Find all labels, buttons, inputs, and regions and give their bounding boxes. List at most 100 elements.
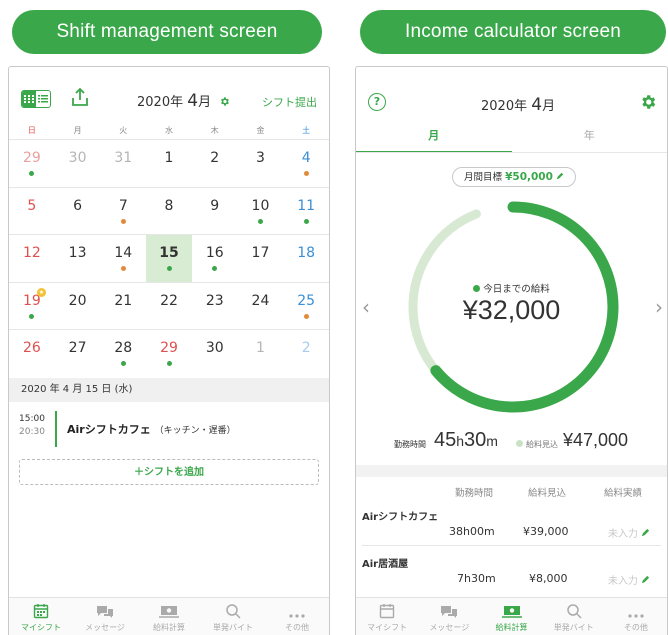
calendar-day[interactable]: 3 [238,140,284,187]
tab-more[interactable]: その他 [265,598,329,635]
weekday-label: 月 [73,126,82,135]
calendar-day[interactable]: 30 [55,140,101,187]
calendar-day[interactable]: 13 [55,235,101,282]
calendar-day[interactable]: 2 [283,330,329,377]
chat-bubbles-icon [441,606,458,618]
calendar-day[interactable]: 2 [192,140,238,187]
tab-gig-jobs[interactable]: 単発バイト [543,598,605,635]
calendar-day[interactable]: 29 [9,140,55,187]
calendar-day[interactable]: 16 [192,235,238,282]
tab-messages[interactable]: メッセージ [73,598,137,635]
calendar-day[interactable]: 18 [283,235,329,282]
calendar-day[interactable]: 24 [238,283,284,330]
day-number: 7 [118,197,128,214]
calendar-day[interactable]: 1 [146,140,192,187]
calendar-week-row: 29 30 31 1 2 3 4 [9,139,329,187]
day-number: 10 [251,197,270,214]
day-number: 21 [114,292,133,309]
tab-label: 給料計算 [153,623,185,632]
calendar-day[interactable]: 17 [238,235,284,282]
calendar-day[interactable]: 25 [283,283,329,330]
calendar-day[interactable]: 8 [146,188,192,235]
row-actual[interactable]: 未入力 [608,572,650,587]
weekday-label: 土 [302,126,311,135]
tab-gig-jobs[interactable]: 単発バイト [201,598,265,635]
shift-start-time: 15:00 [19,414,45,424]
tab-my-shift[interactable]: マイシフト [356,598,418,635]
ring-label-text: 今日までの給料 [483,284,550,295]
money-icon [159,606,179,618]
row-actual[interactable]: 未入力 [608,525,650,540]
tab-income[interactable]: 給料計算 [137,598,201,635]
calendar-day[interactable]: 9 [192,188,238,235]
day-number: 13 [68,245,87,261]
calendar-day[interactable]: 22 [146,283,192,330]
calendar-day[interactable]: 29 [146,330,192,377]
shift-entry[interactable]: 15:00 20:30 Airシフトカフェ （キッチン・遅番） [9,409,329,449]
calendar-day[interactable]: 10 [238,188,284,235]
calendar-day[interactable]: 5 [9,188,55,235]
list-view-icon[interactable] [36,91,50,107]
col-actual: 給料実績 [604,488,643,499]
calendar-day[interactable]: 23 [192,283,238,330]
calendar-day[interactable]: 12 [9,235,55,282]
day-number: 29 [160,340,178,356]
tab-income[interactable]: 給料計算 [480,598,542,635]
settings-gear-icon[interactable] [639,93,657,115]
calendar-day[interactable]: 21 [100,283,146,330]
calendar-day[interactable]: 30 [192,330,238,377]
tab-month[interactable]: 月 [356,125,512,153]
bottom-tab-bar: マイシフト メッセージ 給料計算 単発バイト その他 [9,597,329,635]
projected-legend-dot [516,440,523,447]
shift-dot [120,266,126,271]
monthly-goal-badge[interactable]: 月間目標 ¥50,000 [452,167,576,187]
calendar-view-toggle[interactable] [21,90,51,108]
calendar-day[interactable]: 14 [100,235,146,282]
tab-year[interactable]: 年 [512,125,668,153]
row-hours: 38h00m [449,525,495,538]
more-dots-icon [289,614,305,618]
calendar-grid: 29 30 31 1 2 3 4 5 6 7 8 9 10 11 12 13 14 15 16 17 18 19 ★ 20 21… [9,139,329,377]
chevron-left-icon[interactable]: ‹ [362,295,370,319]
shift-submit-link[interactable]: シフト提出 [262,94,317,110]
tab-label: マイシフト [367,623,408,632]
tab-my-shift[interactable]: マイシフト [9,598,73,635]
calendar-week-row: 5 6 7 8 9 10 11 [9,186,329,235]
shift-accent-bar [55,411,57,447]
gear-icon[interactable] [219,96,230,111]
tab-more[interactable]: その他 [605,598,667,635]
shift-dot [166,266,172,271]
chevron-right-icon[interactable]: › [655,295,663,319]
row-projected: ¥39,000 [523,525,569,538]
calendar-day[interactable]: 31 [100,140,146,187]
calendar-day[interactable]: 28 [100,330,146,377]
calendar-day[interactable]: 6 [55,188,101,235]
calendar-day[interactable]: 20 [55,283,101,330]
day-number: 2 [301,340,311,356]
add-shift-button[interactable]: ＋シフトを追加 [19,459,319,485]
calendar-day[interactable]: 19 ★ [9,283,55,330]
weekday-label: 火 [119,126,128,135]
day-number: 9 [210,197,220,214]
day-number: 12 [22,245,41,261]
calendar-grid-icon[interactable] [22,91,36,107]
day-number: 17 [251,245,270,261]
calendar-day[interactable]: 27 [55,330,101,377]
calendar-day[interactable]: 15 [146,235,192,282]
day-number: 26 [22,340,41,356]
work-hours-label: 勤務時間 [394,440,426,449]
calendar-day[interactable]: 4 [283,140,329,187]
shift-screen: 2020年 4月 シフト提出 日月火水木金土 29 30 31 1 2 3 4 5 6 7 8 9 10… [8,66,330,635]
calendar-day[interactable]: 1 [238,330,284,377]
hours-number: 45 [434,429,457,451]
day-number: 3 [255,150,265,166]
income-calculator-pill: Income calculator screen [360,10,666,54]
share-icon[interactable] [71,87,89,111]
tab-messages[interactable]: メッセージ [418,598,480,635]
day-number: 25 [297,292,316,309]
calendar-day[interactable]: 26 [9,330,55,377]
calendar-day[interactable]: 7 [100,188,146,235]
calendar-day[interactable]: 11 [283,188,329,235]
help-icon[interactable]: ? [368,93,386,111]
income-summary: 勤務時間 45h30m 給料見込 ¥47,000 [356,427,667,457]
